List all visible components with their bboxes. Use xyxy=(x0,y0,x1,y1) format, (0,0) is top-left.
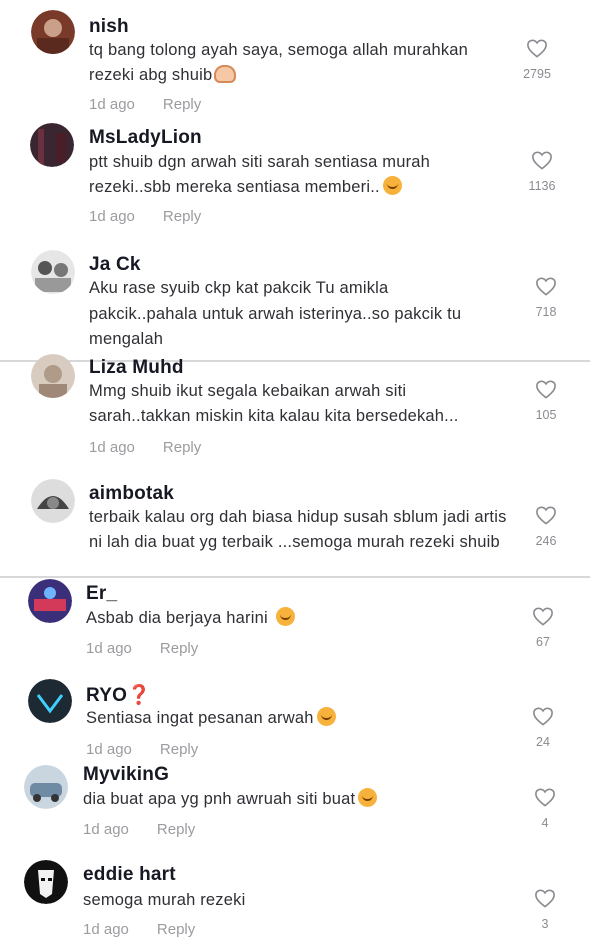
reply-button[interactable]: Reply xyxy=(160,741,198,758)
like-count: 246 xyxy=(535,534,557,548)
comment-time: 1d ago xyxy=(89,439,135,456)
comment-meta: 1d ago Reply xyxy=(86,640,198,657)
comment-username[interactable]: Liza Muhd xyxy=(89,357,184,379)
like-button[interactable]: 718 xyxy=(526,276,566,319)
heart-icon xyxy=(533,707,553,726)
avatar[interactable] xyxy=(31,10,75,54)
question-mark-emoji-icon: ❓ xyxy=(127,685,151,706)
smiling-face-emoji-icon xyxy=(275,607,295,626)
heart-icon xyxy=(527,39,547,58)
like-button[interactable]: 67 xyxy=(523,606,563,649)
smiling-face-emoji-icon xyxy=(382,176,402,195)
comment-username[interactable]: eddie hart xyxy=(83,864,176,886)
comment-username[interactable]: Er_ xyxy=(86,583,117,605)
like-button[interactable]: 246 xyxy=(526,505,566,548)
like-button[interactable]: 105 xyxy=(526,379,566,422)
comment-item: Er_ Asbab dia berjaya harini 1d ago Reply… xyxy=(0,578,590,678)
comment-item: RYO❓ Sentiasa ingat pesanan arwah 1d ago… xyxy=(0,678,590,762)
comment-time: 1d ago xyxy=(89,208,135,225)
comment-text: Aku rase syuib ckp kat pakcik Tu amikla … xyxy=(89,279,462,348)
comment-username[interactable]: MsLadyLion xyxy=(89,127,202,149)
comment-meta: 1d ago Reply xyxy=(83,921,195,938)
heart-icon xyxy=(536,277,556,296)
like-count: 718 xyxy=(535,305,557,319)
smiling-face-emoji-icon xyxy=(316,707,336,726)
comment-time: 1d ago xyxy=(86,640,132,657)
comment-text: dia buat apa yg pnh awruah siti buat xyxy=(83,787,493,812)
like-button[interactable]: 24 xyxy=(523,706,563,749)
like-count: 2795 xyxy=(523,67,551,81)
comment-item: nish tq bang tolong ayah saya, semoga al… xyxy=(0,0,590,120)
reply-button[interactable]: Reply xyxy=(160,640,198,657)
heart-icon xyxy=(535,889,555,908)
heart-icon xyxy=(536,506,556,525)
comment-text: semoga murah rezeki xyxy=(83,891,246,909)
comment-username[interactable]: aimbotak xyxy=(89,483,174,505)
avatar[interactable] xyxy=(28,579,72,623)
comment-meta: 1d ago Reply xyxy=(86,741,198,758)
avatar[interactable] xyxy=(30,123,74,167)
comment-username[interactable]: Ja Ck xyxy=(89,254,141,276)
comment-text: Sentiasa ingat pesanan arwah xyxy=(86,706,496,731)
like-count: 3 xyxy=(541,917,549,931)
avatar[interactable] xyxy=(31,250,75,294)
comment-text: tq bang tolong ayah saya, semoga allah m… xyxy=(89,41,469,84)
heart-icon xyxy=(535,788,555,807)
comment-time: 1d ago xyxy=(83,921,129,938)
like-count: 67 xyxy=(536,635,550,649)
like-count: 24 xyxy=(536,735,550,749)
comment-username[interactable]: MyvikinG xyxy=(83,764,169,786)
like-button[interactable]: 3 xyxy=(525,888,565,931)
comment-item: aimbotak terbaik kalau org dah biasa hid… xyxy=(0,470,590,576)
like-count: 105 xyxy=(535,408,557,422)
comment-time: 1d ago xyxy=(86,741,132,758)
avatar[interactable] xyxy=(24,765,68,809)
comment-item: Liza Muhd Mmg shuib ikut segala kebaikan… xyxy=(0,354,590,470)
comment-item: Ja Ck Aku rase syuib ckp kat pakcik Tu a… xyxy=(0,240,590,360)
comment-text: terbaik kalau org dah biasa hidup susah … xyxy=(89,508,507,551)
like-button[interactable]: 4 xyxy=(525,787,565,830)
comment-username[interactable]: RYO❓ xyxy=(86,683,151,707)
comment-meta: 1d ago Reply xyxy=(89,439,201,456)
comment-item: MyvikinG dia buat apa yg pnh awruah siti… xyxy=(0,762,590,858)
comment-time: 1d ago xyxy=(83,821,129,838)
reply-button[interactable]: Reply xyxy=(163,96,201,113)
heart-icon xyxy=(532,151,552,170)
reply-button[interactable]: Reply xyxy=(163,208,201,225)
like-button[interactable]: 2795 xyxy=(517,38,557,81)
comment-text: Asbab dia berjaya harini xyxy=(86,606,496,631)
comment-text: ptt shuib dgn arwah siti sarah sentiasa … xyxy=(89,153,431,196)
like-count: 4 xyxy=(541,816,549,830)
comment-username[interactable]: nish xyxy=(89,16,129,38)
like-button[interactable]: 1136 xyxy=(522,150,562,193)
smiling-face-emoji-icon xyxy=(358,788,378,807)
comment-meta: 1d ago Reply xyxy=(89,96,201,113)
avatar[interactable] xyxy=(31,479,75,523)
comment-meta: 1d ago Reply xyxy=(83,821,195,838)
folded-hands-emoji-icon xyxy=(214,65,237,83)
avatar[interactable] xyxy=(24,860,68,904)
comment-time: 1d ago xyxy=(89,96,135,113)
heart-icon xyxy=(533,607,553,626)
avatar[interactable] xyxy=(28,679,72,723)
comment-item: MsLadyLion ptt shuib dgn arwah siti sara… xyxy=(0,120,590,240)
comment-meta: 1d ago Reply xyxy=(89,208,201,225)
comment-item: eddie hart semoga murah rezeki 1d ago Rep… xyxy=(0,858,590,949)
comment-text: Mmg shuib ikut segala kebaikan arwah sit… xyxy=(89,382,459,425)
reply-button[interactable]: Reply xyxy=(163,439,201,456)
reply-button[interactable]: Reply xyxy=(157,921,195,938)
reply-button[interactable]: Reply xyxy=(157,821,195,838)
like-count: 1136 xyxy=(528,179,556,193)
avatar[interactable] xyxy=(31,354,75,398)
heart-icon xyxy=(536,380,556,399)
